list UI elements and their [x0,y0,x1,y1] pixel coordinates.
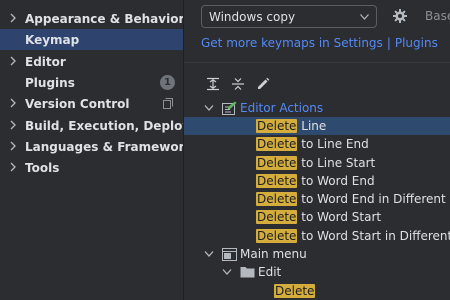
sidebar-item-keymap[interactable]: Keymap [0,29,183,50]
based-on-label: Based [425,9,450,23]
update-count-badge: 1 [160,75,175,90]
action-label: Delete Line [256,119,326,133]
tree-group-label: Main menu [240,247,307,261]
tree-group-edit[interactable]: Edit [184,263,450,281]
search-match: Delete [256,192,298,206]
search-match: Delete [256,229,298,243]
search-match: Delete [256,210,298,224]
tree-group-label: Edit [258,265,282,279]
action-label: Delete [274,284,316,298]
action-label-rest: to Word Start [297,210,382,224]
get-more-keymaps-link[interactable]: Get more keymaps in Settings [201,36,383,50]
keymap-select-value: Windows copy [209,10,296,24]
search-match: Delete [256,119,298,133]
sidebar-item-label: Plugins [25,75,75,90]
keymap-select[interactable]: Windows copy [201,5,377,28]
link-separator: | [386,36,391,50]
action-label-rest: Line [297,119,327,133]
chevron-right-icon[interactable] [8,120,18,130]
chevron-right-icon[interactable] [8,98,18,108]
keymap-panel: Windows copy Based Get more keymaps in S… [184,0,450,300]
action-label-rest: to Line End [297,137,369,151]
project-settings-icon [163,98,173,109]
chevron-down-icon[interactable] [222,268,232,276]
toolbar-divider [184,62,450,63]
sidebar-item-label: Tools [25,160,60,175]
chevron-right-icon[interactable] [8,162,18,172]
search-match: Delete [256,137,298,151]
sidebar-item-languages[interactable]: Languages & Frameworks [0,136,200,157]
settings-sidebar: Appearance & Behavior Keymap Editor Plug… [0,0,225,300]
chevron-right-icon[interactable] [8,56,18,66]
action-label-rest: to Word End in Different "CamelH [301,192,450,206]
chevron-right-icon[interactable] [8,13,18,23]
search-match: Delete [256,174,298,188]
action-row[interactable]: Delete to Word Start in Different "Camel [184,227,450,245]
edit-icon[interactable] [255,76,271,92]
sidebar-item-label: Languages & Frameworks [25,139,200,154]
plugins-link[interactable]: Plugins [395,36,438,50]
action-row[interactable]: Delete [184,282,450,300]
action-row[interactable]: Delete to Word Start [184,208,450,226]
gear-icon[interactable] [392,8,408,24]
tree-group-main-menu[interactable]: Main menu [184,245,450,263]
action-row[interactable]: Delete to Word End in Different "CamelH [184,190,450,208]
action-label-rest: to Word End [297,174,375,188]
action-label-rest: to Line Start [297,156,376,170]
tree-group-label: Editor Actions [240,101,324,115]
main-menu-icon [222,248,237,261]
action-label-rest: to Word Start in Different "Camel [301,229,450,243]
action-label: Delete to Word End in Different "CamelH [256,192,450,206]
chevron-down-icon [360,14,369,20]
sidebar-item-build[interactable]: Build, Execution, Deployment [0,115,225,136]
action-row[interactable]: Delete to Word End [184,172,450,190]
sidebar-item-label: Appearance & Behavior [25,11,185,26]
sidebar-item-tools[interactable]: Tools [0,157,183,178]
sidebar-item-editor[interactable]: Editor [0,51,183,72]
sidebar-item-label: Version Control [25,96,130,111]
chevron-right-icon[interactable] [8,141,18,151]
action-row[interactable]: Delete Line [184,117,450,135]
sidebar-item-plugins[interactable]: Plugins 1 [0,72,183,93]
chevron-down-icon[interactable] [204,250,214,258]
sidebar-item-version-control[interactable]: Version Control [0,93,183,114]
sidebar-item-appearance[interactable]: Appearance & Behavior [0,8,185,29]
action-label: Delete to Line End [256,137,369,151]
editor-actions-icon [222,101,237,115]
keymap-links: Get more keymaps in Settings | Plugins [201,36,438,50]
search-match: Delete [274,284,316,298]
action-label: Delete to Word Start [256,210,381,224]
action-label: Delete to Line Start [256,156,375,170]
folder-icon [240,267,255,278]
chevron-down-icon[interactable] [204,104,214,112]
collapse-all-icon[interactable] [230,76,246,92]
action-label: Delete to Word Start in Different "Camel [256,229,450,243]
action-row[interactable]: Delete to Line End [184,135,450,153]
sidebar-item-label: Editor [25,54,66,69]
search-match: Delete [256,156,298,170]
action-row[interactable]: Delete to Line Start [184,154,450,172]
expand-all-icon[interactable] [205,76,221,92]
tree-group-editor-actions[interactable]: Editor Actions [184,99,450,117]
action-label: Delete to Word End [256,174,375,188]
sidebar-item-label: Keymap [25,32,80,47]
